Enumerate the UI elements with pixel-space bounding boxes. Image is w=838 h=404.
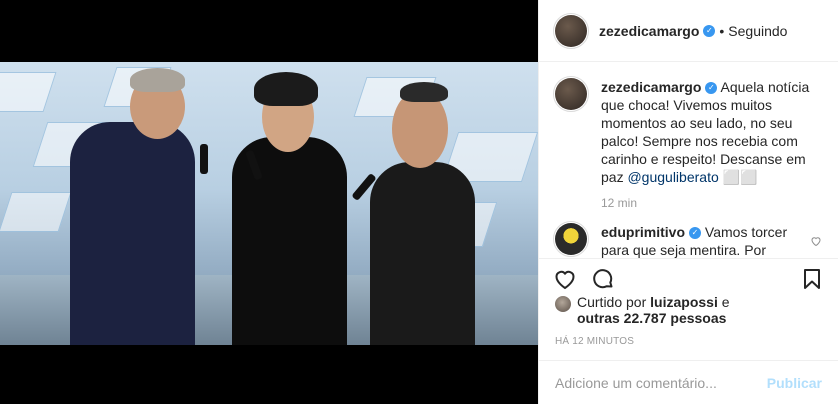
post-header: zezedicamargo ✓ • Seguindo	[539, 0, 838, 62]
caption-emoji: ⬜⬜	[718, 169, 758, 185]
verified-badge-icon: ✓	[689, 227, 702, 240]
commenter-username[interactable]: eduprimitivo	[601, 224, 685, 240]
commenter-avatar[interactable]	[553, 221, 589, 257]
caption: zezedicamargo ✓ Aquela notícia que choca!…	[553, 76, 822, 186]
comment-bubble-icon[interactable]	[591, 267, 615, 291]
caption-mention[interactable]: @guguliberato	[627, 169, 718, 185]
likes-suffix: e	[717, 294, 730, 310]
author-username[interactable]: zezedicamargo	[599, 23, 699, 39]
post-media	[0, 0, 538, 404]
caption-time[interactable]: 12 min	[601, 196, 822, 210]
verified-badge-icon: ✓	[705, 82, 718, 95]
separator-dot: •	[719, 22, 725, 39]
liker-avatar[interactable]	[555, 296, 571, 312]
caption-author[interactable]: zezedicamargo	[601, 79, 701, 95]
caption-author-avatar[interactable]	[553, 76, 589, 112]
bookmark-icon[interactable]	[800, 267, 824, 291]
add-comment-bar: Adicione um comentário... Publicar	[539, 360, 838, 404]
likes-prefix: Curtido por	[577, 294, 651, 310]
comments-list[interactable]: zezedicamargo ✓ Aquela notícia que choca!…	[539, 62, 838, 258]
publish-button[interactable]: Publicar	[767, 375, 822, 391]
following-button[interactable]: Seguindo	[728, 23, 787, 39]
author-avatar[interactable]	[553, 12, 589, 49]
post-sidebar: zezedicamargo ✓ • Seguindo zezedicamargo…	[538, 0, 838, 404]
heart-icon[interactable]	[553, 267, 577, 291]
post-photo[interactable]	[0, 62, 538, 345]
action-bar	[539, 258, 838, 294]
comment-item: eduprimitivo ✓ Vamos torcer para que seja…	[553, 221, 822, 258]
post-timestamp[interactable]: HÁ 12 MINUTOS	[555, 336, 634, 347]
likes-summary: Curtido por luizapossi e outras 22.787 p…	[555, 294, 822, 326]
comment-like-heart-icon[interactable]	[810, 235, 822, 247]
likes-others[interactable]: outras 22.787 pessoas	[577, 310, 726, 326]
comment-input[interactable]: Adicione um comentário...	[555, 375, 767, 391]
liker-username[interactable]: luizapossi	[650, 294, 718, 310]
verified-badge-icon: ✓	[703, 24, 716, 37]
